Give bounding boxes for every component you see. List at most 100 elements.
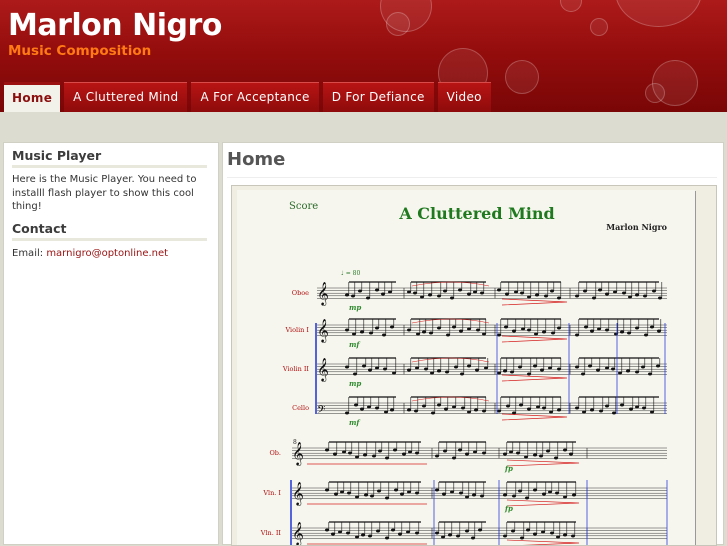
note-head [497,371,501,375]
note-head [437,403,441,407]
note-head [375,366,379,370]
note-head [467,364,471,368]
note-head [512,411,516,415]
hairpin [501,298,568,306]
page-title: Home [227,149,286,170]
note-head [656,364,660,368]
note-head [442,492,446,496]
treble-clef: 𝄞 [317,357,329,382]
decorative-bubble [560,0,582,12]
note-head [368,534,372,538]
note-head [539,454,543,458]
nav-tab-video[interactable]: Video [437,82,491,112]
note-head [415,531,419,535]
note-head [505,292,509,296]
note-head [444,407,448,411]
note-head [393,448,397,452]
note-head [506,404,510,408]
note-head [599,409,603,413]
note-head [657,329,661,333]
decorative-bubble [645,83,665,103]
note-head [360,407,364,411]
note-head [415,366,419,370]
note-head [482,332,486,336]
note-head [514,290,518,294]
note-head [563,533,567,537]
decorative-bubble [386,12,410,36]
note-head [542,406,546,410]
site-header: Marlon Nigro Music Composition Home A Cl… [0,0,727,112]
note-head [370,494,374,498]
score-label: Score [289,201,318,212]
hairpin [501,413,568,421]
hairpin [506,499,580,507]
note-head [512,494,516,498]
score-title: A Cluttered Mind [398,204,554,223]
note-head [541,530,545,534]
note-head [352,332,356,336]
note-head [413,291,417,295]
note-head [563,495,567,499]
sheet-music: Score A Cluttered Mind Marlon Nigro ♩ = … [260,201,668,546]
note-head [383,367,387,371]
note-head [407,328,411,332]
note-head [548,366,552,370]
note-head [533,488,537,492]
treble-clef: 𝄞 [317,318,329,343]
instrument-label: Cello [292,404,309,412]
note-head [325,488,329,492]
note-head [520,291,524,295]
note-head [542,492,546,496]
note-head [363,453,367,457]
note-head [428,293,432,297]
note-head [635,293,639,297]
note-head [398,532,402,536]
dynamic-marking: mp [349,303,361,312]
note-head [518,365,522,369]
note-head [437,326,441,330]
note-head [375,326,379,330]
nav-tab-home[interactable]: Home [4,82,61,112]
note-head [484,366,488,370]
nav-tab-d-for-defiance[interactable]: D For Defiance [322,82,434,112]
note-head [540,368,544,372]
note-head [642,406,646,410]
hairpin [506,459,580,467]
note-head [648,372,652,376]
nav-tab-a-for-acceptance[interactable]: A For Acceptance [191,82,319,112]
note-head [622,291,626,295]
note-head [627,331,631,335]
note-head [362,364,366,368]
note-head [459,491,463,495]
dynamic-marking: mf [349,340,361,349]
note-head [503,493,507,497]
note-head [340,490,344,494]
note-head [476,328,480,332]
note-head [605,404,609,408]
site-title[interactable]: Marlon Nigro [8,8,222,43]
note-head [503,452,507,456]
main-content: Home Score A Cluttered Mind Marlon Nigro… [222,142,724,546]
note-head [346,531,350,535]
note-head [472,493,476,497]
note-head [435,531,439,535]
nav-tab-a-cluttered-mind[interactable]: A Cluttered Mind [64,82,188,112]
note-head [527,407,531,411]
note-head [369,331,373,335]
note-head [535,293,539,297]
note-head [465,452,469,456]
note-head [571,534,575,538]
note-head [342,450,346,454]
note-head [557,408,561,412]
note-head [474,408,478,412]
slur [411,318,490,324]
note-head [368,368,372,372]
note-head [524,455,528,459]
note-head [376,529,380,533]
treble-clef: 𝄞 [292,521,304,546]
note-head [460,372,464,376]
main-nav: Home A Cluttered Mind A For Acceptance D… [4,82,491,112]
hairpin [501,374,568,382]
note-head [533,532,537,536]
email-link[interactable]: marnigro@optonline.net [46,248,168,259]
